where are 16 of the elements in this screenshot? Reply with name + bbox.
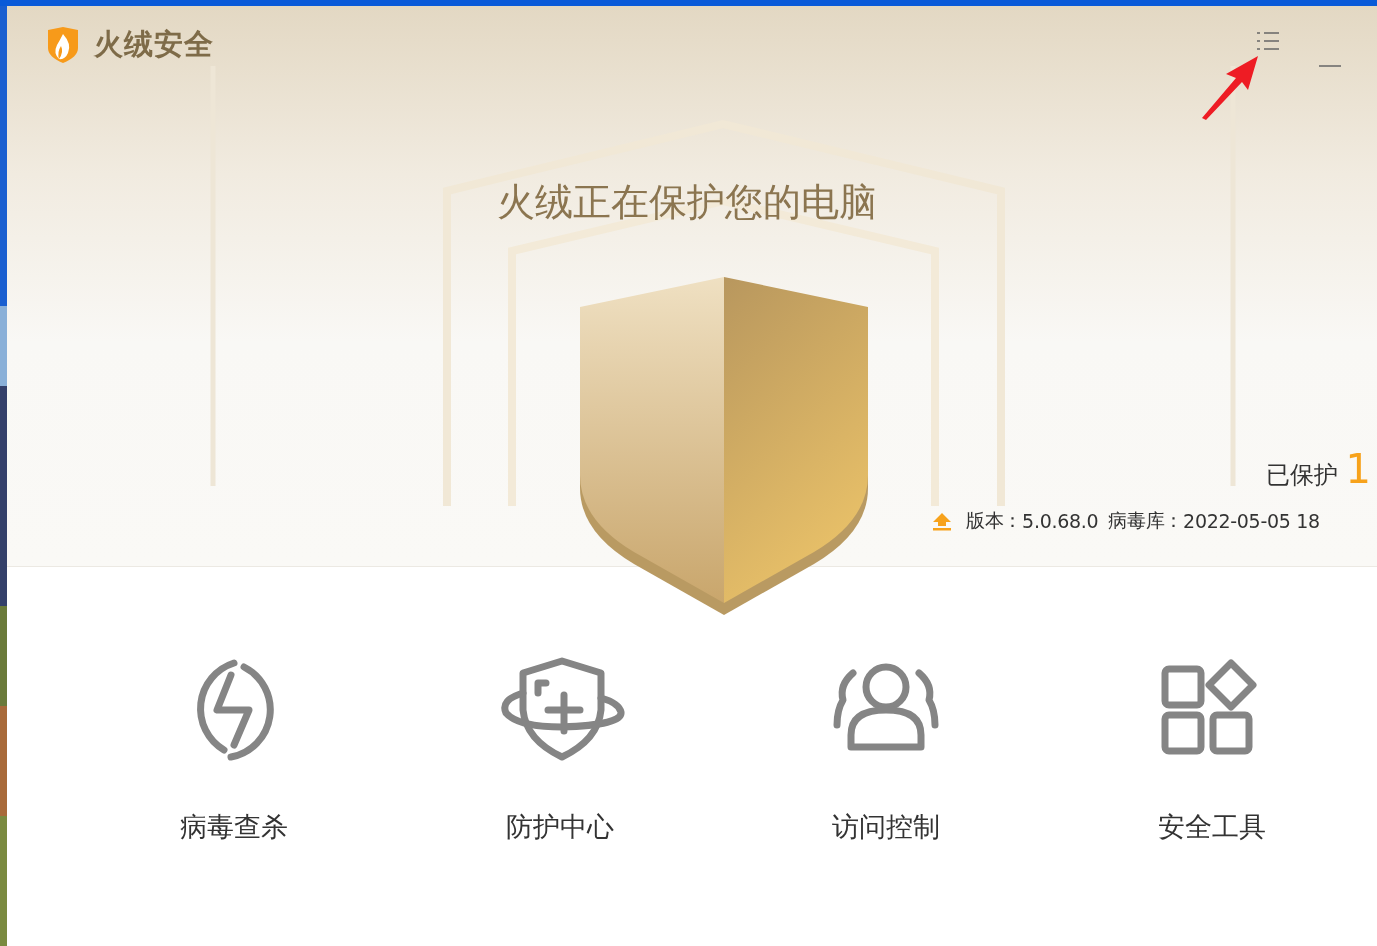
feature-label[interactable]: 防护中心 [506,809,614,845]
feature-label[interactable]: 病毒查杀 [180,809,288,845]
status-label: 已保护 [1265,460,1338,491]
feature-label[interactable]: 安全工具 [1158,809,1266,845]
feature-label[interactable]: 访问控制 [832,809,940,845]
app-name: 火绒安全 [94,25,214,63]
menu-icon[interactable] [1257,32,1279,50]
annotation-arrow [1200,54,1260,120]
virus-db-date: 2022-05-05 18 [1183,510,1320,532]
virus-db-label: 病毒库： [1108,508,1184,533]
version-label: 版本： [966,508,1023,533]
upload-icon[interactable] [932,511,952,531]
flame-shield-icon [46,25,80,64]
protection-headline: 火绒正在保护您的电脑 [496,179,878,226]
protected-count: 1 [1345,446,1371,492]
version-number: 5.0.68.0 [1022,510,1099,532]
